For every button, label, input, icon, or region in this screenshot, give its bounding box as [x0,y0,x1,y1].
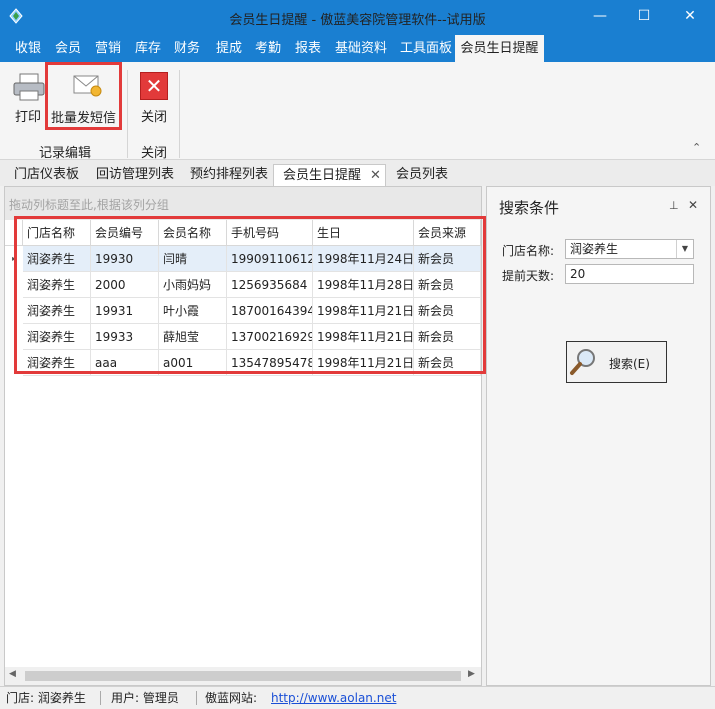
days-ahead-input[interactable]: 20 [565,264,694,284]
print-button[interactable]: 打印 [8,68,48,128]
ribbon-separator [179,70,180,158]
scrollbar-thumb[interactable] [25,671,461,681]
menu-item-reports[interactable]: 报表 [295,35,321,62]
store-select-value: 润姿养生 [570,242,619,256]
close-icon: ✕ [684,8,696,24]
store-name-label: 门店名称: [502,244,555,258]
group-label-close: 关闭 [140,146,167,161]
tab-label: 会员生日提醒 [283,168,362,183]
tab-member-list[interactable]: 会员列表 [396,164,448,186]
menu-item-tools[interactable]: 工具面板 [400,35,452,62]
highlight-box [14,216,486,374]
tab-close-icon[interactable]: ✕ [370,165,381,187]
pin-icon[interactable]: ⊥ [669,199,679,212]
magnifier-icon [569,346,599,381]
envelope-icon [72,71,104,102]
status-divider [196,691,197,705]
batch-sms-button[interactable]: 批量发短信 [45,62,122,130]
printer-icon [12,72,46,105]
minimize-icon: — [593,8,607,24]
menu-item-basic-data[interactable]: 基础资料 [335,35,387,62]
maximize-icon: ☐ [637,8,651,24]
tab-visit-management[interactable]: 回访管理列表 [96,164,174,186]
search-panel [486,186,711,686]
menu-item-marketing[interactable]: 营销 [95,35,121,62]
panel-close-icon[interactable]: ✕ [688,198,698,212]
menu-item-birthday-reminder[interactable]: 会员生日提醒 [455,35,544,62]
scroll-left-icon[interactable]: ◀ [9,669,16,679]
status-store: 门店: 润姿养生 [6,691,86,705]
tab-appointment-schedule[interactable]: 预约排程列表 [190,164,268,186]
store-select[interactable]: 润姿养生 ▼ [565,239,694,259]
scroll-right-icon[interactable]: ▶ [468,669,475,679]
menu-item-member[interactable]: 会员 [55,35,81,62]
menu-item-inventory[interactable]: 库存 [135,35,161,62]
tab-store-dashboard[interactable]: 门店仪表板 [14,164,79,186]
status-bar: 门店: 润姿养生 用户: 管理员 傲蓝网站: http://www.aolan.… [0,686,715,708]
status-divider [100,691,101,705]
ribbon-separator [127,70,128,158]
close-button[interactable]: ✕ 关闭 [134,68,174,128]
close-label: 关闭 [140,110,167,125]
menu-item-finance[interactable]: 财务 [174,35,200,62]
status-user: 用户: 管理员 [111,691,179,705]
collapse-ribbon-icon[interactable]: ⌃ [692,141,701,154]
batch-sms-label: 批量发短信 [50,111,116,126]
days-ahead-label: 提前天数: [502,269,555,283]
chevron-down-icon[interactable]: ▼ [676,240,693,258]
tab-birthday-reminder[interactable]: 会员生日提醒 ✕ [273,164,386,186]
maximize-button[interactable]: ☐ [621,0,667,35]
horizontal-scrollbar[interactable]: ◀ ▶ [5,667,481,685]
minimize-button[interactable]: — [577,0,623,35]
search-button[interactable]: 搜索(E) [566,341,667,383]
menu-item-attendance[interactable]: 考勤 [255,35,281,62]
search-button-label: 搜索(E) [609,357,650,371]
website-link[interactable]: http://www.aolan.net [271,687,396,709]
print-label: 打印 [14,110,41,125]
status-site-label: 傲蓝网站: [205,691,258,705]
search-panel-title: 搜索条件 [499,199,560,217]
group-label-record-edit: 记录编辑 [38,146,91,161]
menu-item-commission[interactable]: 提成 [216,35,242,62]
close-window-button[interactable]: ✕ [667,0,713,35]
menu-item-cashier[interactable]: 收银 [15,35,41,62]
close-x-icon: ✕ [140,72,168,100]
menu-bar: 收银 会员 营销 库存 财务 提成 考勤 报表 基础资料 工具面板 会员生日提醒 [0,35,715,62]
